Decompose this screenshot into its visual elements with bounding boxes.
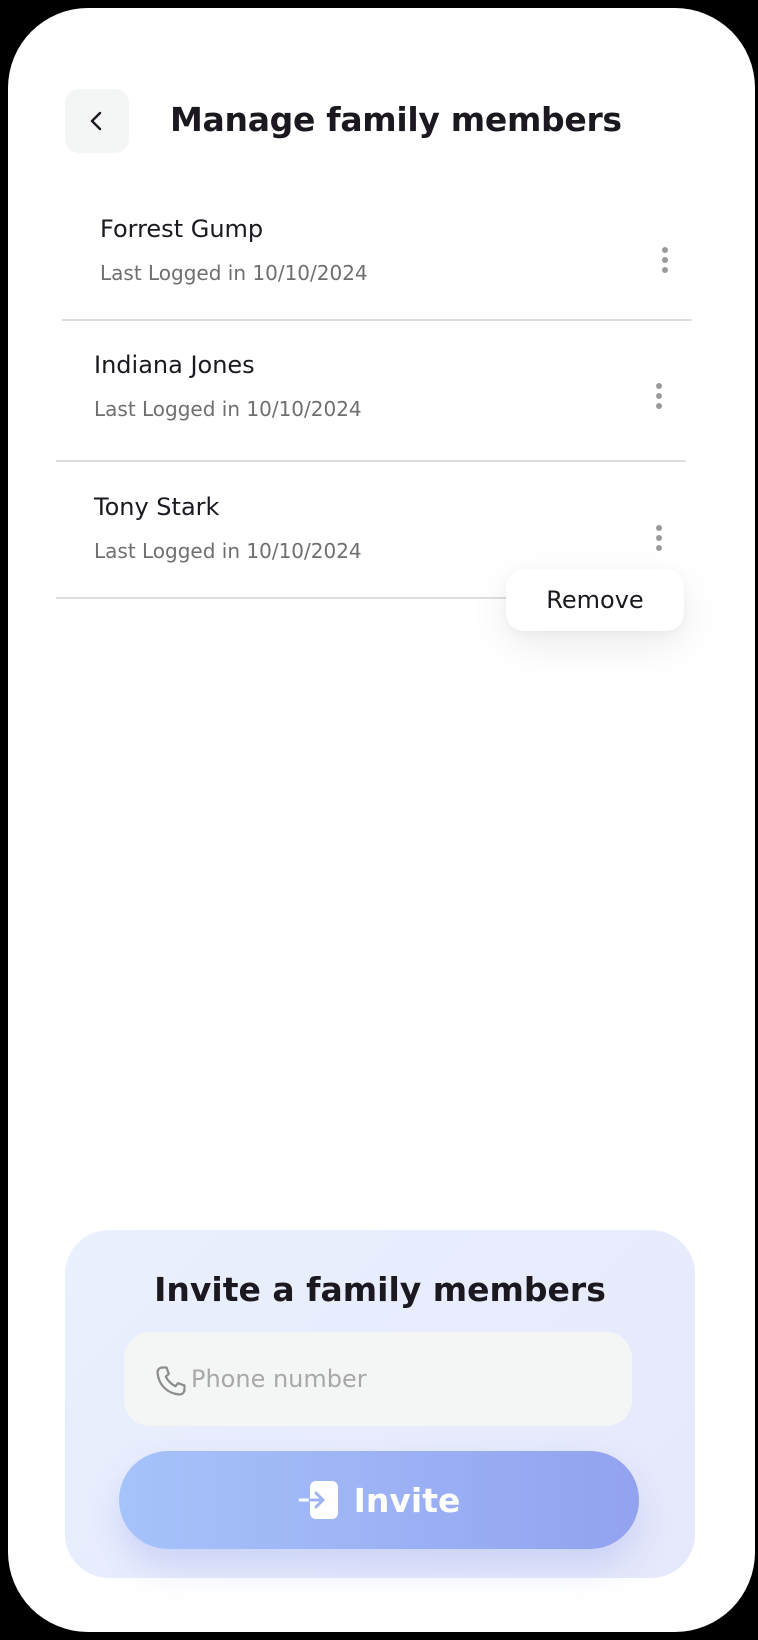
- invite-card: Invite a family members Invite: [65, 1230, 695, 1578]
- member-last-login: Last Logged in 10/10/2024: [100, 261, 368, 285]
- list-item: Indiana Jones Last Logged in 10/10/2024: [94, 351, 394, 471]
- more-options-button[interactable]: [647, 518, 671, 558]
- member-last-login: Last Logged in 10/10/2024: [94, 397, 362, 421]
- phone-icon: [156, 1366, 186, 1396]
- divider: [56, 460, 686, 462]
- member-name: Indiana Jones: [94, 351, 255, 379]
- more-options-button[interactable]: [653, 240, 677, 280]
- phone-input[interactable]: [191, 1332, 611, 1426]
- more-options-button[interactable]: [647, 376, 671, 416]
- list-item: Tony Stark Last Logged in 10/10/2024: [94, 493, 394, 613]
- screen: Manage family members Forrest Gump Last …: [8, 8, 755, 1632]
- member-name: Forrest Gump: [100, 215, 264, 243]
- list-item: Forrest Gump Last Logged in 10/10/2024: [100, 215, 400, 335]
- invite-title: Invite a family members: [154, 1270, 606, 1309]
- back-button[interactable]: [65, 89, 129, 153]
- divider: [62, 319, 692, 321]
- chevron-left-icon: [90, 111, 102, 131]
- member-name: Tony Stark: [94, 493, 220, 521]
- phone-field[interactable]: [124, 1332, 632, 1426]
- invite-button[interactable]: Invite: [119, 1451, 639, 1549]
- divider: [56, 597, 506, 599]
- login-arrow-icon: [298, 1481, 338, 1519]
- page-title: Manage family members: [170, 100, 622, 139]
- remove-menu-item[interactable]: Remove: [506, 569, 684, 631]
- member-last-login: Last Logged in 10/10/2024: [94, 539, 362, 563]
- invite-button-label: Invite: [353, 1480, 461, 1520]
